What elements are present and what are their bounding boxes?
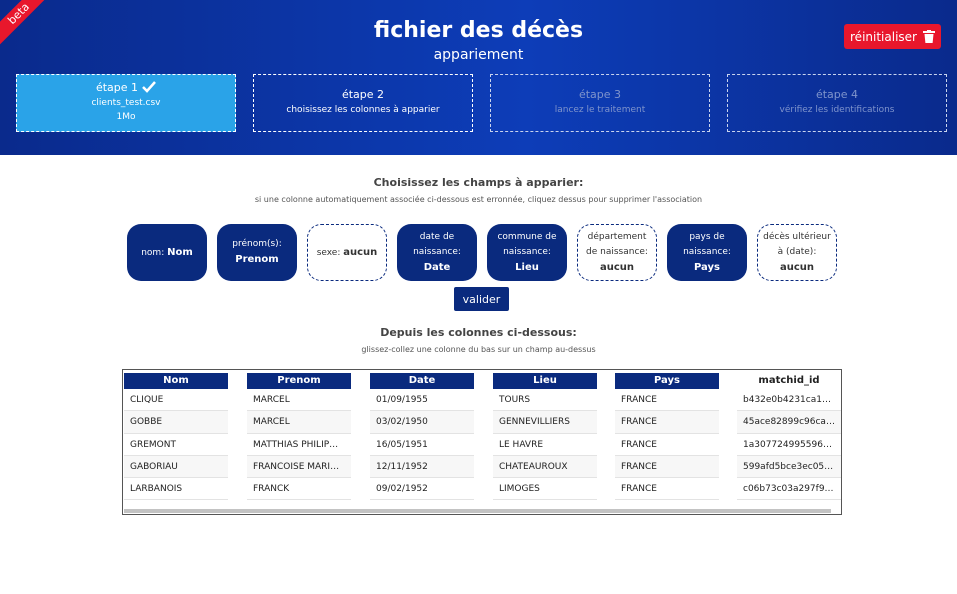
table-cell: 1a307724995596… <box>737 434 841 456</box>
table-cell: MATTHIAS PHILIP… <box>247 434 351 456</box>
fields-section-title: Choisissez les champs à apparier: <box>373 176 584 189</box>
step-4[interactable]: étape 4 vérifiez les identifications <box>727 74 947 132</box>
table-cell: FRANCK <box>247 478 351 501</box>
step-3-description: lancez le traitement <box>554 105 646 115</box>
table-cell: MARCEL <box>247 389 351 412</box>
step-2-title: étape 2 <box>341 88 385 101</box>
table-cell: 12/11/1952 <box>370 455 474 479</box>
field-label: prénom(s): <box>232 239 282 249</box>
table-cell: FRANCE <box>615 389 719 412</box>
columns-table: Nom CLIQUE GOBBE GREMONT GABORIAU LARBAN… <box>122 369 842 515</box>
field-label: décès ultérieur à (date): <box>763 231 831 257</box>
step-1-filesize: 1Mo <box>116 112 136 122</box>
table-cell: GENNEVILLIERS <box>493 411 597 434</box>
field-label: département de naissance: <box>586 231 648 257</box>
field-label: nom: <box>141 247 165 258</box>
table-cell: MARCEL <box>247 411 351 434</box>
table-column-lieu[interactable]: Lieu TOURS GENNEVILLIERS LE HAVRE CHATEA… <box>493 373 597 501</box>
field-value: aucun <box>779 261 815 273</box>
table-cell: TOURS <box>493 389 597 412</box>
table-cell: 01/09/1955 <box>370 389 474 412</box>
column-header[interactable]: Prenom <box>247 373 351 389</box>
step-3-title: étape 3 <box>578 88 622 101</box>
step-4-description: vérifiez les identifications <box>779 105 895 115</box>
field-prenom[interactable]: prénom(s): Prenom <box>217 224 297 281</box>
validate-button[interactable]: valider <box>454 287 509 311</box>
field-label: commune de naissance: <box>497 231 557 257</box>
field-date-naissance[interactable]: date de naissance: Date <box>397 224 477 281</box>
table-cell: 599afd5bce3ec05… <box>737 455 841 479</box>
table-cell: LIMOGES <box>493 478 597 501</box>
field-label: pays de naissance: <box>683 231 731 257</box>
table-column-pays[interactable]: Pays FRANCE FRANCE FRANCE FRANCE FRANCE <box>615 373 719 501</box>
field-label: date de naissance: <box>413 231 461 257</box>
field-value: Date <box>423 261 451 273</box>
table-cell: b432e0b4231ca1… <box>737 389 841 412</box>
table-cell: GABORIAU <box>124 455 228 479</box>
table-column-prenom[interactable]: Prenom MARCEL MARCEL MATTHIAS PHILIP… FR… <box>247 373 351 501</box>
field-value: aucun <box>599 261 635 273</box>
column-header[interactable]: matchid_id <box>737 373 841 389</box>
table-cell: FRANCOISE MARI… <box>247 455 351 479</box>
trash-icon <box>922 30 935 43</box>
field-pays-naissance[interactable]: pays de naissance: Pays <box>667 224 747 281</box>
field-label: sexe: <box>316 247 341 258</box>
column-header[interactable]: Pays <box>615 373 719 389</box>
field-value: aucun <box>343 246 378 258</box>
field-value: Prenom <box>235 254 279 265</box>
table-cell: FRANCE <box>615 478 719 501</box>
field-deces-ulterieur[interactable]: décès ultérieur à (date): aucun <box>757 224 837 281</box>
step-4-title: étape 4 <box>815 88 859 101</box>
table-cell: 09/02/1952 <box>370 478 474 501</box>
field-departement-naissance[interactable]: département de naissance: aucun <box>577 224 657 281</box>
step-2[interactable]: étape 2 choisissez les colonnes à appari… <box>253 74 473 132</box>
table-cell: 45ace82899c96ca… <box>737 411 841 434</box>
table-column-nom[interactable]: Nom CLIQUE GOBBE GREMONT GABORIAU LARBAN… <box>124 373 228 501</box>
table-column-date[interactable]: Date 01/09/1955 03/02/1950 16/05/1951 12… <box>370 373 474 501</box>
column-header[interactable]: Nom <box>124 373 228 389</box>
page-header: beta fichier des décès appariement réini… <box>0 0 957 155</box>
reset-label: réinitialiser <box>850 29 917 44</box>
table-cell: 03/02/1950 <box>370 411 474 434</box>
page-title: fichier des décès <box>373 18 584 43</box>
table-cell: 16/05/1951 <box>370 434 474 456</box>
fields-section-hint: si une colonne automatiquement associée … <box>254 195 703 204</box>
table-cell: GOBBE <box>124 411 228 434</box>
reset-button[interactable]: réinitialiser <box>844 24 941 49</box>
step-3[interactable]: étape 3 lancez le traitement <box>490 74 710 132</box>
step-2-description: choisissez les colonnes à apparier <box>286 105 440 115</box>
column-header[interactable]: Lieu <box>493 373 597 389</box>
table-cell: FRANCE <box>615 455 719 479</box>
table-cell: GREMONT <box>124 434 228 456</box>
field-sexe[interactable]: sexe: aucun <box>307 224 387 281</box>
column-header[interactable]: Date <box>370 373 474 389</box>
table-column-matchid[interactable]: matchid_id b432e0b4231ca1… 45ace82899c96… <box>737 373 841 501</box>
horizontal-scrollbar[interactable] <box>124 509 831 513</box>
table-cell: FRANCE <box>615 411 719 434</box>
step-1-title: étape 1 <box>95 81 139 94</box>
table-cell: c06b73c03a297f9… <box>737 478 841 501</box>
table-cell: LE HAVRE <box>493 434 597 456</box>
page-subtitle: appariement <box>433 47 524 63</box>
table-cell: CHATEAUROUX <box>493 455 597 479</box>
field-value: Pays <box>694 261 720 273</box>
step-1-filename: clients_test.csv <box>91 98 161 108</box>
columns-section-hint: glissez-collez une colonne du bas sur un… <box>361 345 596 354</box>
field-commune-naissance[interactable]: commune de naissance: Lieu <box>487 224 567 281</box>
table-cell: FRANCE <box>615 434 719 456</box>
field-value: Lieu <box>515 261 539 273</box>
field-value: Nom <box>167 246 193 258</box>
check-icon <box>142 81 156 93</box>
table-cell: CLIQUE <box>124 389 228 412</box>
step-1[interactable]: étape 1 clients_test.csv 1Mo <box>16 74 236 132</box>
field-nom[interactable]: nom: Nom <box>127 224 207 281</box>
columns-section-title: Depuis les colonnes ci-dessous: <box>380 326 577 339</box>
table-cell: LARBANOIS <box>124 478 228 501</box>
